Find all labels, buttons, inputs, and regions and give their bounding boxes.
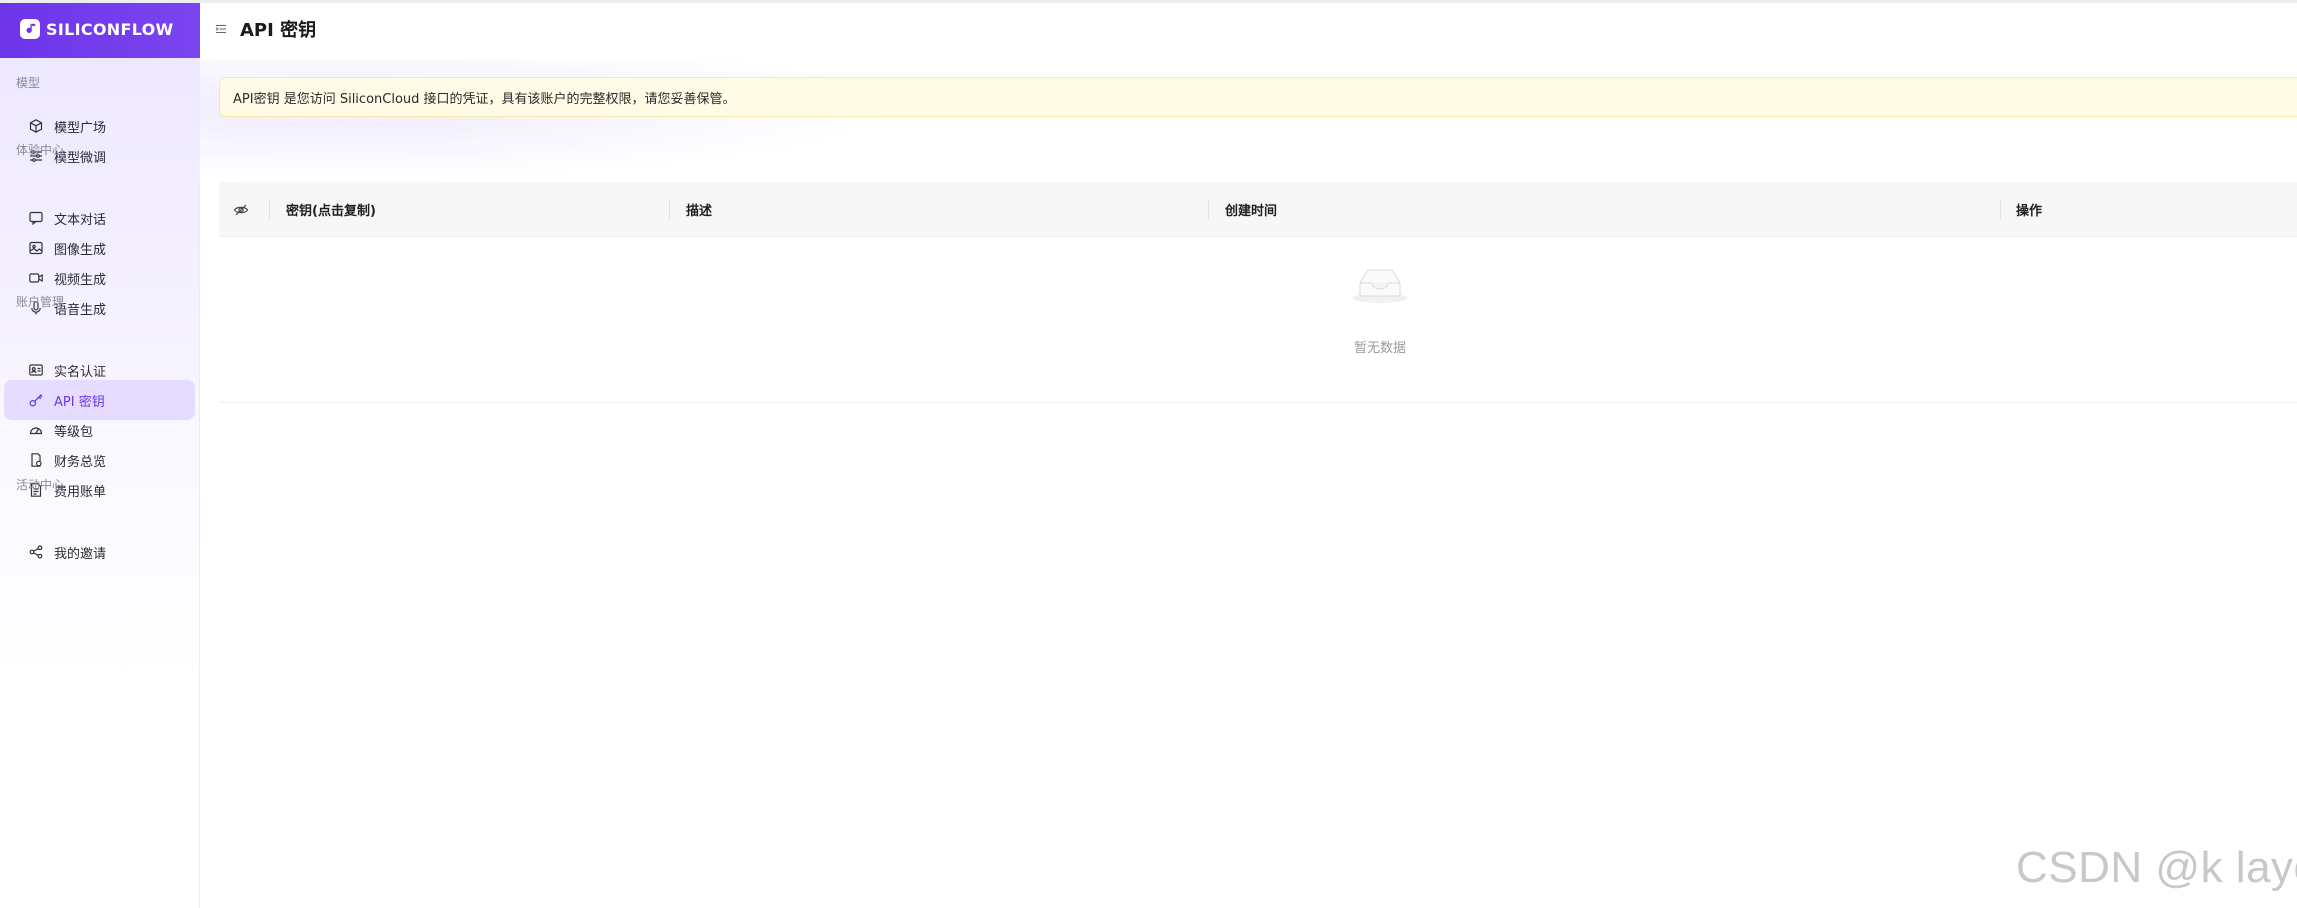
- image-icon: [28, 240, 44, 256]
- empty-state: 暂无数据: [219, 237, 2297, 402]
- sidebar: SILICONFLOW 模型 模型广场 模型微调 体验中心 文本对话 图像生成 …: [0, 0, 200, 908]
- chat-icon: [28, 210, 44, 226]
- group-title-experience: 体验中心: [16, 143, 65, 157]
- table-header: 密钥(点击复制) 描述 创建时间 操作: [219, 182, 2297, 237]
- sidebar-item-label: 模型广场: [54, 120, 107, 136]
- cube-icon: [28, 118, 44, 134]
- sidebar-item-label: API 密钥: [54, 394, 105, 410]
- sidebar-item-my-invites[interactable]: 我的邀请: [4, 532, 195, 572]
- sidebar-item-label: 文本对话: [54, 212, 107, 228]
- group-title-models: 模型: [16, 76, 41, 90]
- top-border: [0, 0, 2297, 3]
- csdn-watermark: CSDN @k layc: [2016, 843, 2297, 892]
- column-separator: [2000, 200, 2001, 220]
- group-title-activity: 活动中心: [16, 478, 65, 492]
- column-separator: [669, 200, 670, 220]
- column-separator: [1208, 200, 1209, 220]
- page-header: API 密钥: [200, 14, 316, 44]
- sidebar-item-label: 实名认证: [54, 364, 107, 380]
- api-keys-table: 密钥(点击复制) 描述 创建时间 操作 暂无数据: [219, 182, 2297, 403]
- sidebar-item-label: 我的邀请: [54, 546, 107, 562]
- page-title: API 密钥: [240, 20, 317, 41]
- alert-text: API密钥 是您访问 SiliconCloud 接口的凭证，具有该账户的完整权限…: [233, 91, 736, 107]
- sidebar-item-label: 财务总览: [54, 454, 107, 470]
- group-title-account: 账户管理: [16, 295, 65, 309]
- brand-name: SILICONFLOW: [46, 19, 174, 39]
- collapse-menu-icon[interactable]: [214, 22, 228, 36]
- finance-icon: [28, 452, 44, 468]
- sidebar-item-label: 视频生成: [54, 272, 107, 288]
- eye-off-icon[interactable]: [233, 202, 249, 218]
- brand-header[interactable]: SILICONFLOW: [0, 0, 200, 58]
- inbox-empty-icon: [1350, 265, 1410, 305]
- sidebar-item-label: 图像生成: [54, 242, 107, 258]
- gauge-icon: [28, 422, 44, 438]
- column-header-created-time: 创建时间: [1225, 204, 1278, 219]
- sidebar-item-label: 等级包: [54, 424, 94, 440]
- id-card-icon: [28, 362, 44, 378]
- column-separator: [269, 200, 270, 220]
- siliconflow-logo-icon: [20, 19, 40, 39]
- column-header-description: 描述: [686, 204, 713, 219]
- key-icon: [28, 392, 44, 408]
- column-header-key: 密钥(点击复制): [286, 204, 376, 219]
- share-icon: [28, 544, 44, 560]
- video-icon: [28, 270, 44, 286]
- column-header-actions: 操作: [2016, 204, 2043, 219]
- info-alert: API密钥 是您访问 SiliconCloud 接口的凭证，具有该账户的完整权限…: [219, 77, 2297, 117]
- empty-text: 暂无数据: [1353, 341, 1406, 356]
